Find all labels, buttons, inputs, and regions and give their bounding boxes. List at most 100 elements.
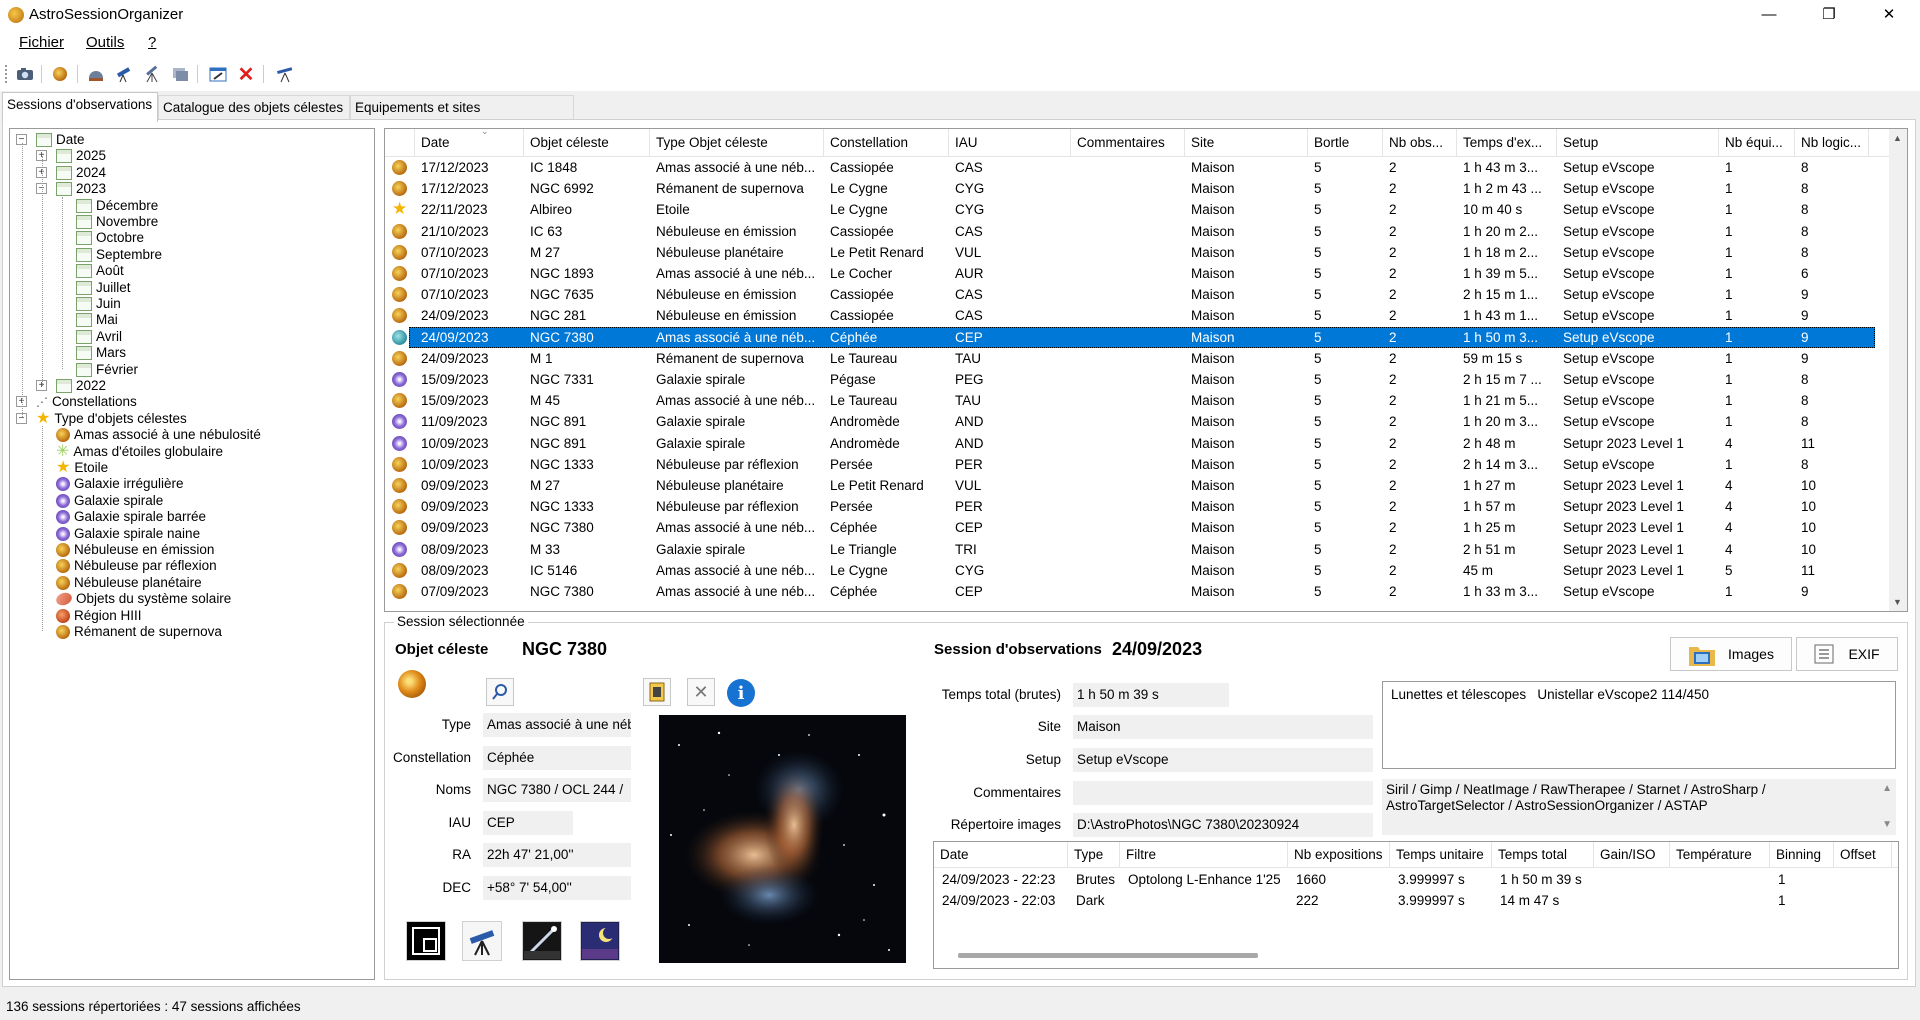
edit-session-icon[interactable] xyxy=(207,63,229,85)
telescope-icon[interactable] xyxy=(113,63,135,85)
column-header[interactable]: Constellation xyxy=(824,129,949,157)
info-icon[interactable]: i xyxy=(727,679,755,707)
open-image-button[interactable] xyxy=(643,678,671,706)
session-row[interactable]: 09/09/2023 NGC 7380 Amas associé à une néb… xyxy=(385,517,1869,538)
nebula-catalog-icon[interactable] xyxy=(49,63,71,85)
cell-date: 07/09/2023 xyxy=(421,584,489,599)
session-row[interactable]: 09/09/2023 M 27 Nébuleuse planétaire Le Pet… xyxy=(385,475,1869,496)
session-row[interactable]: 10/09/2023 NGC 891 Galaxie spirale Andromèd… xyxy=(385,433,1869,454)
cell-nbequip: 1 xyxy=(1725,223,1733,239)
cell-iau: TAU xyxy=(955,393,981,409)
comet-button[interactable] xyxy=(522,921,562,961)
session-row[interactable]: 24/09/2023 M 1 Rémanent de supernova Le Tau… xyxy=(385,348,1869,369)
column-header[interactable]: Bortle xyxy=(1308,129,1383,157)
telescope-settings-icon[interactable] xyxy=(274,63,296,85)
column-header[interactable]: Nb obs... xyxy=(1383,129,1457,157)
exposure-row[interactable]: 24/09/2023 - 22:03 Dark 222 3.999997 s 14 m … xyxy=(934,891,1898,911)
session-row[interactable]: 07/10/2023 NGC 7635 Nébuleuse en émission C… xyxy=(385,284,1869,305)
cell-iau: CAS xyxy=(955,287,983,303)
tab-sessions[interactable]: Sessions d'observations xyxy=(2,92,158,122)
cell-nbobs: 2 xyxy=(1389,435,1397,451)
column-header[interactable]: IAU xyxy=(949,129,1071,157)
software-icon[interactable] xyxy=(169,63,191,85)
cell-site: Maison xyxy=(1191,499,1235,515)
exposure-column-header[interactable]: Date xyxy=(934,842,1068,868)
session-row[interactable]: 08/09/2023 M 33 Galaxie spirale Le Triangle… xyxy=(385,539,1869,560)
menu-fichier[interactable]: Fichier xyxy=(19,34,64,51)
exposure-column-header[interactable]: Filtre xyxy=(1120,842,1288,868)
horizontal-scrollbar[interactable] xyxy=(958,953,1258,958)
exposure-column-header[interactable]: Temps unitaire xyxy=(1390,842,1492,868)
session-row[interactable]: 08/09/2023 IC 5146 Amas associé à une néb.… xyxy=(385,560,1869,581)
scroll-down-icon[interactable]: ▼ xyxy=(1893,597,1902,607)
session-row[interactable]: 17/12/2023 NGC 6992 Rémanent de supernova L… xyxy=(385,178,1869,199)
night-sky-button[interactable] xyxy=(580,921,620,961)
menu-help[interactable]: ? xyxy=(148,34,156,51)
session-row[interactable]: 24/09/2023 NGC 281 Nébuleuse en émission Ca… xyxy=(385,305,1869,326)
search-object-button[interactable] xyxy=(486,678,514,706)
session-row[interactable]: 11/09/2023 NGC 891 Galaxie spirale Andromèd… xyxy=(385,411,1869,432)
exposure-column-header[interactable]: Offset xyxy=(1834,842,1892,868)
session-row[interactable]: 10/09/2023 NGC 1333 Nébuleuse par réflexio… xyxy=(385,454,1869,475)
filter-tree[interactable]: − Date +2025 +2024−2023 Décembre Novembre Octo… xyxy=(9,128,375,980)
equipment-button[interactable] xyxy=(462,921,502,961)
sessions-grid[interactable]: Date Objet céleste Type Objet céleste Const… xyxy=(384,128,1908,612)
cell-setup: Setup eVscope xyxy=(1563,244,1655,260)
session-row[interactable]: 07/10/2023 NGC 1893 Amas associé à une néb… xyxy=(385,263,1869,284)
session-row[interactable]: 17/12/2023 IC 1848 Amas associé à une néb.… xyxy=(385,157,1869,178)
exposure-column-header[interactable]: Type xyxy=(1068,842,1120,868)
framing-button[interactable] xyxy=(406,921,446,961)
exposure-column-header[interactable]: Température xyxy=(1670,842,1770,868)
column-header[interactable]: Nb logic... xyxy=(1795,129,1869,157)
exposure-column-header[interactable]: Gain/ISO xyxy=(1594,842,1670,868)
menu-outils[interactable]: Outils xyxy=(86,34,124,51)
observatory-icon[interactable] xyxy=(85,63,107,85)
star-icon: ★ xyxy=(56,459,71,476)
column-header[interactable]: Setup xyxy=(1557,129,1719,157)
delete-icon[interactable]: ✕ xyxy=(235,63,257,86)
maximize-button[interactable]: ❐ xyxy=(1806,0,1852,29)
tree-node[interactable]: Rémanent de supernova xyxy=(56,622,222,642)
scroll-up-icon[interactable]: ▲ xyxy=(1893,133,1902,143)
images-button[interactable]: Images xyxy=(1670,637,1792,671)
column-header[interactable]: Site xyxy=(1185,129,1308,157)
cell-date: 24/09/2023 xyxy=(421,329,489,345)
scroll-down-icon[interactable]: ▼ xyxy=(1882,817,1892,833)
grid-vertical-scrollbar[interactable]: ▲ ▼ xyxy=(1889,129,1907,611)
close-button[interactable]: ✕ xyxy=(1866,0,1912,29)
minimize-button[interactable]: — xyxy=(1746,0,1792,29)
session-row[interactable]: 09/09/2023 NGC 1333 Nébuleuse par réflexio… xyxy=(385,496,1869,517)
tab-catalogue[interactable]: Catalogue des objets célestes xyxy=(158,95,350,121)
exposure-row[interactable]: 24/09/2023 - 22:23 Brutes Optolong L-Enhan… xyxy=(934,870,1898,890)
session-row[interactable]: 15/09/2023 M 45 Amas associé à une néb... L… xyxy=(385,390,1869,411)
exposure-column-header[interactable]: Ter xyxy=(1892,842,1898,868)
column-header[interactable]: Nb équi... xyxy=(1719,129,1795,157)
session-row[interactable]: 07/10/2023 M 27 Nébuleuse planétaire Le Pet… xyxy=(385,242,1869,263)
session-row[interactable]: 07/09/2023 NGC 7380 Amas associé à une néb… xyxy=(385,581,1869,602)
column-header[interactable]: Objet céleste xyxy=(524,129,650,157)
cell-type: Nébuleuse par réflexion xyxy=(656,499,799,515)
mount-icon[interactable] xyxy=(141,63,163,85)
column-header[interactable]: Temps d'ex... xyxy=(1457,129,1557,157)
session-row[interactable]: 15/09/2023 NGC 7331 Galaxie spirale Pégase P… xyxy=(385,369,1869,390)
exposure-cell-off xyxy=(1834,891,1842,911)
comments-field[interactable] xyxy=(1073,781,1373,805)
exposures-grid[interactable]: Date Type Filtre Nb expositions Temps unitai… xyxy=(933,841,1899,969)
exposure-column-header[interactable]: Nb expositions xyxy=(1288,842,1390,868)
exposure-column-header[interactable]: Binning xyxy=(1770,842,1834,868)
exposure-column-header[interactable]: Temps total xyxy=(1492,842,1594,868)
session-row[interactable]: 21/10/2023 IC 63 Nébuleuse en émission Cass… xyxy=(385,221,1869,242)
tab-equipements[interactable]: Equipements et sites d'observations xyxy=(350,95,574,139)
camera-icon[interactable] xyxy=(14,63,36,85)
exif-button[interactable]: EXIF xyxy=(1796,637,1898,671)
session-row[interactable]: 24/09/2023 NGC 7380 Amas associé à une néb… xyxy=(392,326,1875,348)
remove-image-button[interactable]: ✕ xyxy=(687,678,715,706)
session-image[interactable] xyxy=(659,715,906,963)
cell-date: 11/09/2023 xyxy=(421,414,488,430)
column-header[interactable]: Type Objet céleste xyxy=(650,129,824,157)
scroll-up-icon[interactable]: ▲ xyxy=(1882,781,1892,797)
session-row[interactable]: ★ 22/11/2023 Albireo Etoile Le Cygne CYG Maiso… xyxy=(385,199,1869,220)
column-header[interactable]: Commentaires xyxy=(1071,129,1185,157)
column-header[interactable]: Date xyxy=(415,129,524,157)
cell-com xyxy=(1071,411,1185,432)
